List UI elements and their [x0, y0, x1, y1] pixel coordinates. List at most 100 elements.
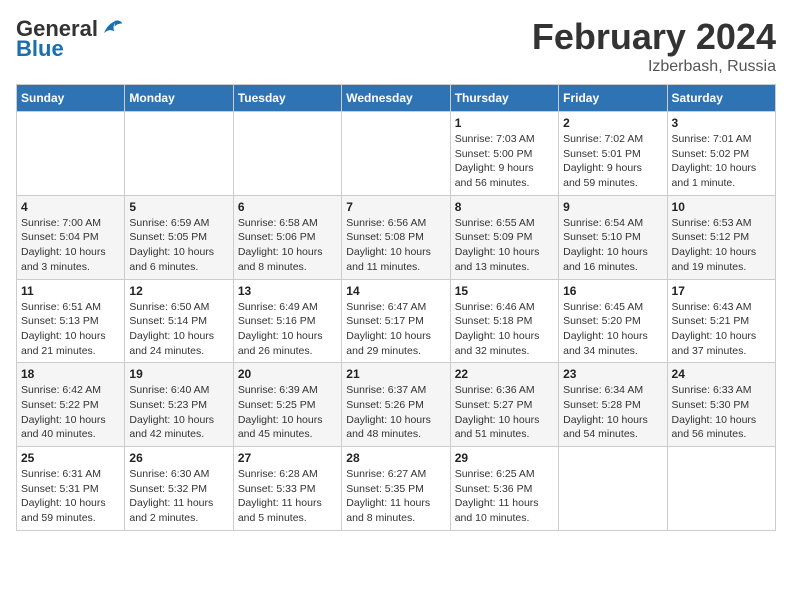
calendar-header-saturday: Saturday	[667, 85, 775, 112]
day-number: 5	[129, 200, 228, 214]
calendar-cell: 8Sunrise: 6:55 AM Sunset: 5:09 PM Daylig…	[450, 195, 558, 279]
day-number: 1	[455, 116, 554, 130]
day-info: Sunrise: 6:50 AM Sunset: 5:14 PM Dayligh…	[129, 300, 228, 359]
day-number: 10	[672, 200, 771, 214]
calendar-cell: 11 Sunrise: 6:51 AM Sunset: 5:13 PM Dayli…	[17, 279, 125, 363]
calendar-cell	[667, 447, 775, 531]
day-info: Sunrise: 6:53 AM Sunset: 5:12 PM Dayligh…	[672, 216, 771, 275]
calendar-cell: 1Sunrise: 7:03 AM Sunset: 5:00 PM Daylig…	[450, 112, 558, 196]
day-info: Sunrise: 6:27 AM Sunset: 5:35 PM Dayligh…	[346, 467, 445, 526]
day-number: 23	[563, 367, 662, 381]
day-number: 21	[346, 367, 445, 381]
day-info: Sunrise: 7:01 AM Sunset: 5:02 PM Dayligh…	[672, 132, 771, 191]
day-info: Sunrise: 6:30 AM Sunset: 5:32 PM Dayligh…	[129, 467, 228, 526]
calendar-cell: 7 Sunrise: 6:56 AM Sunset: 5:08 PM Daylig…	[342, 195, 450, 279]
logo-bird-icon	[100, 17, 124, 41]
calendar-week-row: 25Sunrise: 6:31 AM Sunset: 5:31 PM Dayli…	[17, 447, 776, 531]
day-info: Sunrise: 6:54 AM Sunset: 5:10 PM Dayligh…	[563, 216, 662, 275]
calendar-cell: 9 Sunrise: 6:54 AM Sunset: 5:10 PM Daylig…	[559, 195, 667, 279]
calendar-cell: 18 Sunrise: 6:42 AM Sunset: 5:22 PM Dayli…	[17, 363, 125, 447]
day-number: 9	[563, 200, 662, 214]
day-info: Sunrise: 6:49 AM Sunset: 5:16 PM Dayligh…	[238, 300, 337, 359]
calendar-cell	[17, 112, 125, 196]
day-number: 24	[672, 367, 771, 381]
calendar-cell: 3 Sunrise: 7:01 AM Sunset: 5:02 PM Daylig…	[667, 112, 775, 196]
location-subtitle: Izberbash, Russia	[532, 58, 776, 76]
day-number: 13	[238, 284, 337, 298]
day-info: Sunrise: 6:56 AM Sunset: 5:08 PM Dayligh…	[346, 216, 445, 275]
calendar-cell: 23 Sunrise: 6:34 AM Sunset: 5:28 PM Dayli…	[559, 363, 667, 447]
day-number: 26	[129, 451, 228, 465]
logo-blue-text: Blue	[16, 36, 64, 62]
calendar-cell: 20 Sunrise: 6:39 AM Sunset: 5:25 PM Dayli…	[233, 363, 341, 447]
day-number: 16	[563, 284, 662, 298]
day-info: Sunrise: 7:02 AM Sunset: 5:01 PM Dayligh…	[563, 132, 662, 191]
calendar-cell: 27Sunrise: 6:28 AM Sunset: 5:33 PM Dayli…	[233, 447, 341, 531]
calendar-cell: 28 Sunrise: 6:27 AM Sunset: 5:35 PM Dayli…	[342, 447, 450, 531]
day-info: Sunrise: 6:40 AM Sunset: 5:23 PM Dayligh…	[129, 383, 228, 442]
day-number: 6	[238, 200, 337, 214]
day-number: 25	[21, 451, 120, 465]
day-number: 20	[238, 367, 337, 381]
day-info: Sunrise: 6:47 AM Sunset: 5:17 PM Dayligh…	[346, 300, 445, 359]
calendar-cell: 14 Sunrise: 6:47 AM Sunset: 5:17 PM Dayli…	[342, 279, 450, 363]
calendar-cell: 29 Sunrise: 6:25 AM Sunset: 5:36 PM Dayli…	[450, 447, 558, 531]
calendar-header-tuesday: Tuesday	[233, 85, 341, 112]
day-number: 14	[346, 284, 445, 298]
day-number: 22	[455, 367, 554, 381]
day-number: 4	[21, 200, 120, 214]
day-number: 3	[672, 116, 771, 130]
day-number: 18	[21, 367, 120, 381]
calendar-header-thursday: Thursday	[450, 85, 558, 112]
calendar-cell	[559, 447, 667, 531]
day-number: 7	[346, 200, 445, 214]
day-info: Sunrise: 6:37 AM Sunset: 5:26 PM Dayligh…	[346, 383, 445, 442]
day-number: 19	[129, 367, 228, 381]
calendar-cell: 10 Sunrise: 6:53 AM Sunset: 5:12 PM Dayli…	[667, 195, 775, 279]
calendar-cell: 16Sunrise: 6:45 AM Sunset: 5:20 PM Dayli…	[559, 279, 667, 363]
calendar-cell: 4 Sunrise: 7:00 AM Sunset: 5:04 PM Daylig…	[17, 195, 125, 279]
day-info: Sunrise: 6:46 AM Sunset: 5:18 PM Dayligh…	[455, 300, 554, 359]
day-info: Sunrise: 6:42 AM Sunset: 5:22 PM Dayligh…	[21, 383, 120, 442]
calendar-cell: 6 Sunrise: 6:58 AM Sunset: 5:06 PM Daylig…	[233, 195, 341, 279]
calendar-cell: 13 Sunrise: 6:49 AM Sunset: 5:16 PM Dayli…	[233, 279, 341, 363]
calendar-header-friday: Friday	[559, 85, 667, 112]
day-info: Sunrise: 6:34 AM Sunset: 5:28 PM Dayligh…	[563, 383, 662, 442]
calendar-cell: 19 Sunrise: 6:40 AM Sunset: 5:23 PM Dayli…	[125, 363, 233, 447]
day-info: Sunrise: 6:55 AM Sunset: 5:09 PM Dayligh…	[455, 216, 554, 275]
day-info: Sunrise: 6:59 AM Sunset: 5:05 PM Dayligh…	[129, 216, 228, 275]
day-number: 28	[346, 451, 445, 465]
calendar-cell: 15Sunrise: 6:46 AM Sunset: 5:18 PM Dayli…	[450, 279, 558, 363]
day-info: Sunrise: 6:39 AM Sunset: 5:25 PM Dayligh…	[238, 383, 337, 442]
calendar-cell	[342, 112, 450, 196]
calendar-header-monday: Monday	[125, 85, 233, 112]
calendar-header-row: SundayMondayTuesdayWednesdayThursdayFrid…	[17, 85, 776, 112]
day-info: Sunrise: 6:25 AM Sunset: 5:36 PM Dayligh…	[455, 467, 554, 526]
day-info: Sunrise: 7:00 AM Sunset: 5:04 PM Dayligh…	[21, 216, 120, 275]
calendar-header-sunday: Sunday	[17, 85, 125, 112]
calendar-week-row: 1Sunrise: 7:03 AM Sunset: 5:00 PM Daylig…	[17, 112, 776, 196]
calendar-cell: 2 Sunrise: 7:02 AM Sunset: 5:01 PM Daylig…	[559, 112, 667, 196]
day-info: Sunrise: 6:58 AM Sunset: 5:06 PM Dayligh…	[238, 216, 337, 275]
day-number: 2	[563, 116, 662, 130]
calendar-cell: 17Sunrise: 6:43 AM Sunset: 5:21 PM Dayli…	[667, 279, 775, 363]
calendar-cell: 26 Sunrise: 6:30 AM Sunset: 5:32 PM Dayli…	[125, 447, 233, 531]
day-info: Sunrise: 6:43 AM Sunset: 5:21 PM Dayligh…	[672, 300, 771, 359]
calendar-week-row: 11 Sunrise: 6:51 AM Sunset: 5:13 PM Dayli…	[17, 279, 776, 363]
day-info: Sunrise: 6:33 AM Sunset: 5:30 PM Dayligh…	[672, 383, 771, 442]
calendar-week-row: 18 Sunrise: 6:42 AM Sunset: 5:22 PM Dayli…	[17, 363, 776, 447]
day-number: 11	[21, 284, 120, 298]
calendar-cell: 21 Sunrise: 6:37 AM Sunset: 5:26 PM Dayli…	[342, 363, 450, 447]
day-info: Sunrise: 6:51 AM Sunset: 5:13 PM Dayligh…	[21, 300, 120, 359]
calendar-cell	[233, 112, 341, 196]
calendar-cell: 12Sunrise: 6:50 AM Sunset: 5:14 PM Dayli…	[125, 279, 233, 363]
logo: General Blue	[16, 16, 124, 62]
calendar-cell: 24 Sunrise: 6:33 AM Sunset: 5:30 PM Dayli…	[667, 363, 775, 447]
day-number: 27	[238, 451, 337, 465]
calendar-cell: 22Sunrise: 6:36 AM Sunset: 5:27 PM Dayli…	[450, 363, 558, 447]
calendar-cell	[125, 112, 233, 196]
day-number: 29	[455, 451, 554, 465]
calendar-header-wednesday: Wednesday	[342, 85, 450, 112]
title-block: February 2024 Izberbash, Russia	[532, 16, 776, 76]
calendar-week-row: 4 Sunrise: 7:00 AM Sunset: 5:04 PM Daylig…	[17, 195, 776, 279]
